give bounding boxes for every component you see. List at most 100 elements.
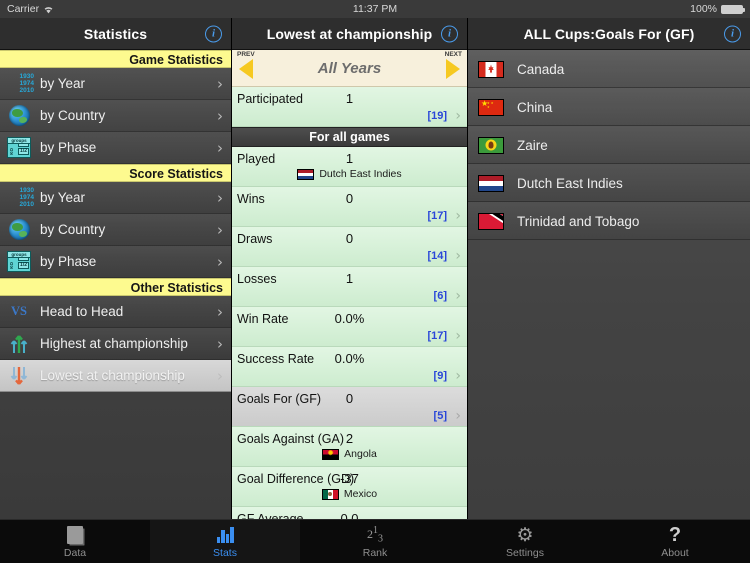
sidebar-item-label: Highest at championship	[40, 336, 188, 351]
sidebar-item-by-country[interactable]: by Country ›	[0, 100, 231, 132]
chevron-right-icon: ›	[217, 334, 223, 353]
chevron-right-icon: ›	[217, 138, 223, 157]
next-arrow-icon	[446, 58, 460, 79]
stat-value: 0	[345, 391, 354, 406]
stat-value: 2	[345, 431, 354, 446]
tab-label: Stats	[213, 546, 237, 559]
tab-label: About	[661, 546, 689, 559]
sidebar-item-head-to-head[interactable]: VS Head to Head ›	[0, 296, 231, 328]
stat-row[interactable]: Wins 0 [17] ›	[232, 187, 467, 227]
rank-icon: 213	[367, 525, 383, 545]
sidebar-item-label: Lowest at championship	[40, 368, 185, 383]
year-selector: PREV All Years NEXT	[232, 50, 467, 87]
left-section-header: Score Statistics	[0, 164, 231, 182]
flag-icon	[478, 98, 504, 116]
stat-value: -37	[340, 471, 359, 486]
mid-navbar: Lowest at championship i	[232, 18, 467, 50]
stat-country: Dutch East Indies	[232, 168, 467, 180]
country-name-label: China	[517, 99, 553, 115]
stat-value: 0.0%	[334, 351, 365, 366]
chevron-right-icon: ›	[455, 208, 461, 224]
sidebar-item-by-phase[interactable]: groupsKO1/41/2 by Phase ›	[0, 132, 231, 164]
info-icon[interactable]: i	[441, 25, 458, 42]
chevron-right-icon: ›	[217, 106, 223, 125]
list-item[interactable]: China	[468, 88, 750, 126]
globe-icon	[4, 217, 34, 243]
stat-row[interactable]: GF Average0.0[5]›	[232, 507, 467, 519]
document-icon	[67, 525, 83, 546]
stat-count-badge: [6]	[433, 290, 447, 302]
sidebar-item-lowest-at-championship[interactable]: Lowest at championship ›	[0, 360, 231, 392]
stat-row[interactable]: Losses 1 [6] ›	[232, 267, 467, 307]
country-list: Canada China Zaire Dutch East Indies Trinida…	[468, 50, 750, 519]
stat-row[interactable]: Win Rate 0.0% [17] ›	[232, 307, 467, 347]
stat-value: 0	[345, 231, 354, 246]
sidebar-item-by-year[interactable]: 1930 1974 2010 by Year ›	[0, 68, 231, 100]
next-year-button[interactable]: NEXT	[434, 50, 464, 87]
right-nav-title: ALL Cups:Goals For (GF)	[523, 25, 695, 42]
right-navbar: ALL Cups:Goals For (GF) i	[468, 18, 750, 50]
tab-label: Settings	[506, 546, 544, 559]
stat-row[interactable]: Goals For (GF) 0 [5] ›	[232, 387, 467, 427]
tab-settings[interactable]: ⚙ Settings	[450, 520, 600, 563]
list-item[interactable]: Zaire	[468, 126, 750, 164]
stat-country-label: Mexico	[343, 488, 378, 500]
flag-icon	[478, 136, 504, 154]
phase-icon: groupsKO1/41/2	[4, 249, 34, 275]
sidebar-item-by-phase[interactable]: groupsKO1/41/2 by Phase ›	[0, 246, 231, 278]
mid-top-rows: Participated 1 [19] ›	[232, 87, 467, 127]
info-icon[interactable]: i	[724, 25, 741, 42]
tab-stats[interactable]: Stats	[150, 520, 300, 563]
chevron-right-icon: ›	[455, 328, 461, 344]
stat-value: 1	[345, 91, 354, 106]
flag-icon	[478, 60, 504, 78]
stat-row[interactable]: Success Rate 0.0% [9] ›	[232, 347, 467, 387]
country-name-label: Canada	[517, 61, 565, 77]
up-arrows-icon	[4, 331, 34, 357]
sidebar-item-label: by Year	[40, 76, 86, 91]
tab-data[interactable]: Data	[0, 520, 150, 563]
info-icon[interactable]: i	[205, 25, 222, 42]
mid-scroll-area[interactable]: Participated 1 [19] › For all games Played 1…	[232, 87, 467, 519]
stat-row[interactable]: Played 1 Dutch East Indies	[232, 147, 467, 187]
down-arrows-icon	[4, 363, 34, 389]
tab-rank[interactable]: 213 Rank	[300, 520, 450, 563]
stat-row[interactable]: Participated 1 [19] ›	[232, 87, 467, 127]
globe-icon	[4, 103, 34, 129]
list-item[interactable]: Trinidad and Tobago	[468, 202, 750, 240]
sidebar-item-highest-at-championship[interactable]: Highest at championship ›	[0, 328, 231, 360]
chevron-right-icon: ›	[455, 408, 461, 424]
flag-icon	[297, 168, 315, 180]
tab-about[interactable]: ? About	[600, 520, 750, 563]
tab-label: Rank	[362, 546, 388, 559]
stat-row[interactable]: Goal Difference (GD) -37 Mexico	[232, 467, 467, 507]
stat-value: 0	[345, 191, 354, 206]
country-name-label: Trinidad and Tobago	[517, 213, 640, 229]
stat-row[interactable]: Draws 0 [14] ›	[232, 227, 467, 267]
left-section-header: Game Statistics	[0, 50, 231, 68]
battery-percent-label: 100%	[690, 3, 717, 15]
left-nav-title: Statistics	[83, 25, 148, 42]
phase-icon: groupsKO1/41/2	[4, 135, 34, 161]
current-year-label: All Years	[317, 59, 382, 77]
left-menu-list: Game Statistics 1930 1974 2010 by Year › by Co…	[0, 50, 231, 392]
gear-icon: ⚙	[516, 524, 534, 546]
stat-count-badge: [5]	[433, 410, 447, 422]
sidebar-item-by-country[interactable]: by Country ›	[0, 214, 231, 246]
sidebar-item-label: by Country	[40, 222, 106, 237]
chevron-right-icon: ›	[217, 74, 223, 93]
chevron-right-icon: ›	[217, 252, 223, 271]
left-panel: Statistics i Game Statistics 1930 1974 2010…	[0, 18, 232, 519]
sidebar-item-by-year[interactable]: 1930 1974 2010 by Year ›	[0, 182, 231, 214]
stat-count-badge: [17]	[427, 210, 447, 222]
list-item[interactable]: Canada	[468, 50, 750, 88]
left-section-header: Other Statistics	[0, 278, 231, 296]
sidebar-item-label: by Phase	[40, 254, 97, 269]
prev-label: PREV	[237, 50, 255, 58]
stat-count-badge: [19]	[427, 110, 447, 122]
stat-row[interactable]: Goals Against (GA)2Angola	[232, 427, 467, 467]
status-time: 11:37 PM	[352, 3, 398, 15]
vs-icon: VS	[11, 304, 27, 318]
sidebar-item-label: by Country	[40, 108, 106, 123]
list-item[interactable]: Dutch East Indies	[468, 164, 750, 202]
